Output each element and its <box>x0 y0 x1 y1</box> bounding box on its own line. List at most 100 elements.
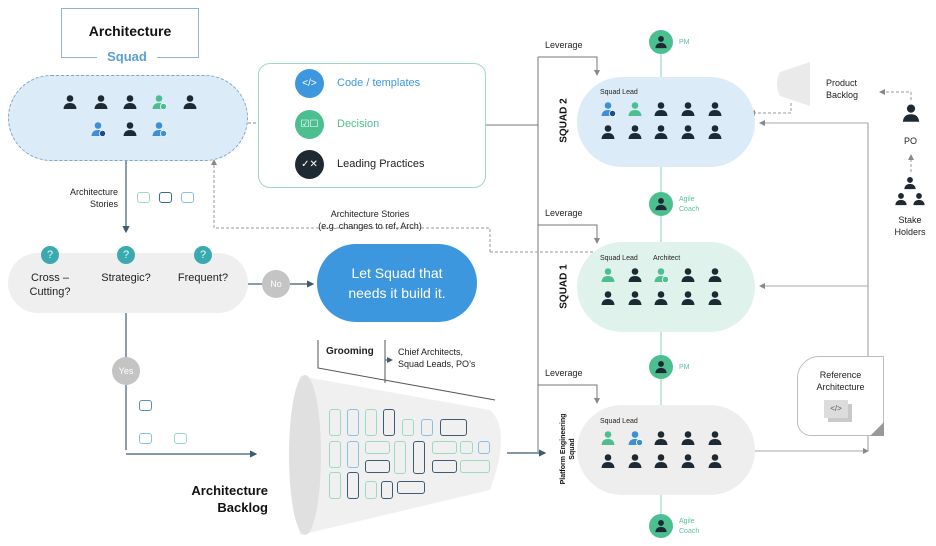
backlog-card <box>432 441 457 454</box>
label-line: (e.g. changes to ref, Arch) <box>318 221 422 231</box>
backlog-card <box>440 419 467 436</box>
person-icon <box>680 267 696 283</box>
person-icon <box>182 94 198 110</box>
label-line: Architecture <box>191 483 268 498</box>
person-icon <box>627 453 643 469</box>
question-cross-cutting: Cross – Cutting? <box>20 271 80 299</box>
story-card <box>139 433 152 444</box>
architecture-title: Architecture <box>88 23 172 39</box>
backlog-card <box>329 409 341 436</box>
person-icon <box>680 453 696 469</box>
person-icon <box>654 35 668 49</box>
label-line: Squad Leads, PO’s <box>398 359 476 369</box>
person-icon <box>707 267 723 283</box>
question-icon: ? <box>194 246 212 264</box>
label-line: Architecture <box>69 187 118 197</box>
story-card <box>159 192 172 203</box>
person-icon <box>680 124 696 140</box>
tool-decision: Decision <box>337 118 380 130</box>
label-line: Platform Engineering <box>560 413 567 485</box>
person-icon <box>122 121 138 137</box>
backlog-card <box>347 472 359 499</box>
pm-avatar <box>649 30 673 54</box>
person-icon <box>653 101 669 117</box>
person-settings-icon <box>151 94 167 110</box>
person-icon <box>680 290 696 306</box>
person-icon <box>600 453 616 469</box>
backlog-card <box>365 460 390 473</box>
squad-lead-label: Squad Lead <box>600 418 638 425</box>
stakeholder-avatar <box>903 176 917 190</box>
person-icon <box>707 101 723 117</box>
person-icon <box>62 94 78 110</box>
story-card <box>139 400 152 411</box>
backlog-card <box>397 481 425 494</box>
backlog-card <box>460 460 490 473</box>
label-line: Holders <box>894 227 926 237</box>
squad-subtitle: Squad <box>97 49 157 64</box>
person-icon <box>901 103 921 123</box>
person-icon <box>653 124 669 140</box>
label-line: Cross – <box>31 272 69 284</box>
label-line: Stories <box>89 199 118 209</box>
code-icon: </> <box>295 69 324 98</box>
architecture-stories-label: Architecture Stories <box>63 186 118 210</box>
backlog-card <box>413 441 425 474</box>
person-icon <box>654 360 668 374</box>
agile-coach-label: Agile Coach <box>679 195 699 215</box>
person-icon <box>680 101 696 117</box>
grooming-label: Grooming <box>326 346 374 357</box>
agile-coach-label: Agile Coach <box>679 517 699 537</box>
label-line: Architecture Stories <box>330 209 410 219</box>
yes-badge: Yes <box>112 357 140 385</box>
backlog-card <box>421 419 433 436</box>
backlog-card <box>347 409 359 436</box>
pm-label: PM <box>679 39 690 46</box>
person-icon <box>707 124 723 140</box>
story-card <box>181 192 194 203</box>
backlog-card <box>460 441 473 454</box>
divider <box>61 57 97 58</box>
let-squad-build-it: Let Squad that needs it build it. <box>317 244 477 322</box>
label-line: Architecture <box>816 382 865 392</box>
backlog-card <box>365 481 377 499</box>
divider <box>157 57 199 58</box>
label-line: Cutting? <box>29 286 71 298</box>
backlog-card <box>432 460 457 473</box>
person-icon <box>600 290 616 306</box>
platform-engineering-squad-label: Platform Engineering Squad <box>559 409 577 489</box>
label-line: Reference <box>819 370 862 380</box>
backlog-card <box>347 441 359 468</box>
backlog-card <box>365 409 377 436</box>
grooming-participants: Chief Architects, Squad Leads, PO’s <box>398 346 475 370</box>
label-line: Agile <box>679 518 695 525</box>
person-icon <box>600 124 616 140</box>
label-line: Chief Architects, <box>398 347 464 357</box>
person-badge-icon <box>627 430 643 446</box>
label-line: Backlog <box>217 500 268 515</box>
po-label: PO <box>904 136 918 146</box>
person-icon <box>707 453 723 469</box>
person-icon <box>93 94 109 110</box>
person-badge-icon <box>90 121 106 137</box>
person-icon <box>653 290 669 306</box>
funnel-mouth <box>289 375 321 535</box>
person-icon <box>600 430 616 446</box>
question-icon: ? <box>41 246 59 264</box>
architecture-squad-group <box>8 75 248 161</box>
person-icon <box>653 453 669 469</box>
person-icon <box>654 197 668 211</box>
person-icon <box>707 290 723 306</box>
label-line: Stake <box>898 215 922 225</box>
reference-architecture-box: Reference Architecture </> <box>797 356 884 436</box>
architecture-stories-note: Architecture Stories (e.g. changes to re… <box>300 208 440 232</box>
backlog-card <box>478 441 490 454</box>
label-line: Coach <box>679 528 700 535</box>
label-line: Coach <box>679 206 700 213</box>
tool-leading-practices: Leading Practices <box>337 158 425 170</box>
squad-lead-label: Squad Lead <box>600 255 638 262</box>
question-strategic: Strategic? <box>101 272 151 284</box>
agile-coach-avatar <box>649 514 673 538</box>
person-icon <box>627 101 643 117</box>
squad-2-label: SQUAD 2 <box>558 98 570 143</box>
